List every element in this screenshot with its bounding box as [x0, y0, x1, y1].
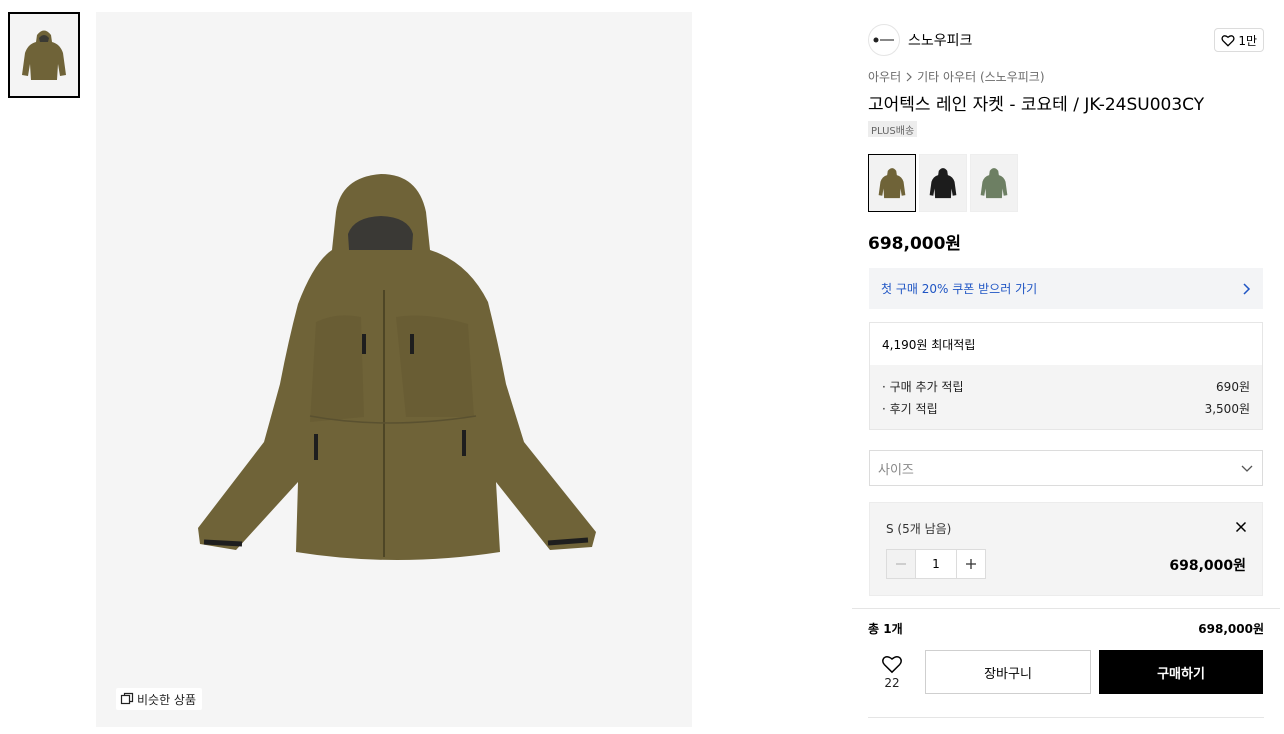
chevron-right-icon — [906, 72, 912, 81]
heart-icon — [1221, 34, 1235, 47]
swatch-coyote[interactable] — [868, 154, 916, 212]
jacket-illustration — [198, 174, 596, 560]
total-row: 총 1개 698,000원 — [868, 620, 1264, 637]
minus-icon — [896, 563, 906, 565]
plus-icon — [966, 559, 976, 569]
swatch-black[interactable] — [919, 154, 967, 212]
wishlist-button[interactable]: 22 — [868, 650, 916, 694]
points-headline: 4,190원 최대적립 — [882, 337, 976, 352]
size-placeholder: 사이즈 — [878, 462, 914, 478]
points-box: 4,190원 최대적립 · 구매 추가 적립 690원 · 후기 적립 3,50… — [869, 322, 1263, 430]
product-info-panel: 스노우피크 1만 아우터 기타 아우터 (스노우피크) 고어텍스 레인 자켓 -… — [852, 12, 1280, 734]
chevron-down-icon — [1241, 465, 1253, 472]
points-line: · 구매 추가 적립 690원 — [882, 375, 1250, 397]
jacket-thumbnail — [22, 30, 66, 80]
jacket-khaki-thumbnail — [980, 168, 1008, 199]
breadcrumb-item-outer[interactable]: 아우터 — [868, 68, 901, 85]
quantity-stepper: 1 — [886, 549, 986, 579]
main-product-image — [96, 12, 692, 727]
decrease-quantity-button[interactable] — [887, 550, 915, 578]
divider — [852, 608, 1280, 609]
thumbnail-list — [8, 12, 80, 98]
divider — [868, 717, 1264, 718]
similar-products-label: 비슷한 상품 — [137, 692, 197, 707]
selected-option-box: S (5개 남음) 1 698,000원 — [869, 502, 1263, 596]
swatch-khaki[interactable] — [970, 154, 1018, 212]
add-to-cart-button[interactable]: 장바구니 — [925, 650, 1091, 694]
brand-logo[interactable] — [868, 24, 900, 56]
brand-like-count: 1만 — [1238, 33, 1257, 48]
coupon-banner[interactable]: 첫 구매 20% 쿠폰 받으러 가기 — [869, 268, 1263, 309]
total-price: 698,000원 — [1198, 622, 1264, 636]
points-line-label: · 후기 적립 — [882, 401, 938, 416]
selected-option-name: S (5개 남음) — [886, 522, 952, 536]
copy-icon — [120, 692, 134, 705]
jacket-coyote-thumbnail — [878, 168, 906, 199]
size-select[interactable]: 사이즈 — [869, 450, 1263, 486]
brand-name[interactable]: 스노우피크 — [908, 30, 972, 50]
points-breakdown: · 구매 추가 적립 690원 · 후기 적립 3,500원 — [870, 365, 1262, 429]
shipping-badge: PLUS배송 — [868, 121, 918, 137]
product-price: 698,000원 — [868, 234, 962, 254]
breadcrumb-item-category[interactable]: 기타 아우터 (스노우피크) — [917, 68, 1044, 85]
similar-products-button[interactable]: 비슷한 상품 — [116, 688, 203, 710]
product-title: 고어텍스 레인 자켓 - 코요테 / JK-24SU003CY — [868, 95, 1205, 115]
heart-icon — [882, 656, 902, 674]
brand-logo-mark — [873, 37, 894, 43]
quantity-value[interactable]: 1 — [915, 550, 957, 578]
wishlist-count: 22 — [884, 676, 900, 690]
thumbnail-image[interactable] — [8, 12, 80, 98]
points-line-value: 3,500원 — [1204, 401, 1250, 416]
remove-option-button[interactable] — [1232, 518, 1250, 536]
selected-option-price: 698,000원 — [1169, 558, 1246, 574]
points-line: · 후기 적립 3,500원 — [882, 397, 1250, 419]
total-count: 총 1개 — [868, 622, 903, 636]
brand-row: 스노우피크 1만 — [868, 24, 1264, 56]
jacket-black-thumbnail — [929, 168, 957, 199]
close-icon — [1235, 521, 1247, 533]
brand-like-button[interactable]: 1만 — [1214, 28, 1264, 52]
increase-quantity-button[interactable] — [957, 550, 985, 578]
points-line-label: · 구매 추가 적립 — [882, 379, 964, 394]
buy-now-button[interactable]: 구매하기 — [1099, 650, 1263, 694]
breadcrumb: 아우터 기타 아우터 (스노우피크) — [868, 68, 1045, 85]
chevron-right-icon — [1243, 282, 1251, 295]
color-swatches — [868, 154, 1018, 212]
points-line-value: 690원 — [1216, 379, 1250, 394]
coupon-text: 첫 구매 20% 쿠폰 받으러 가기 — [881, 282, 1038, 296]
